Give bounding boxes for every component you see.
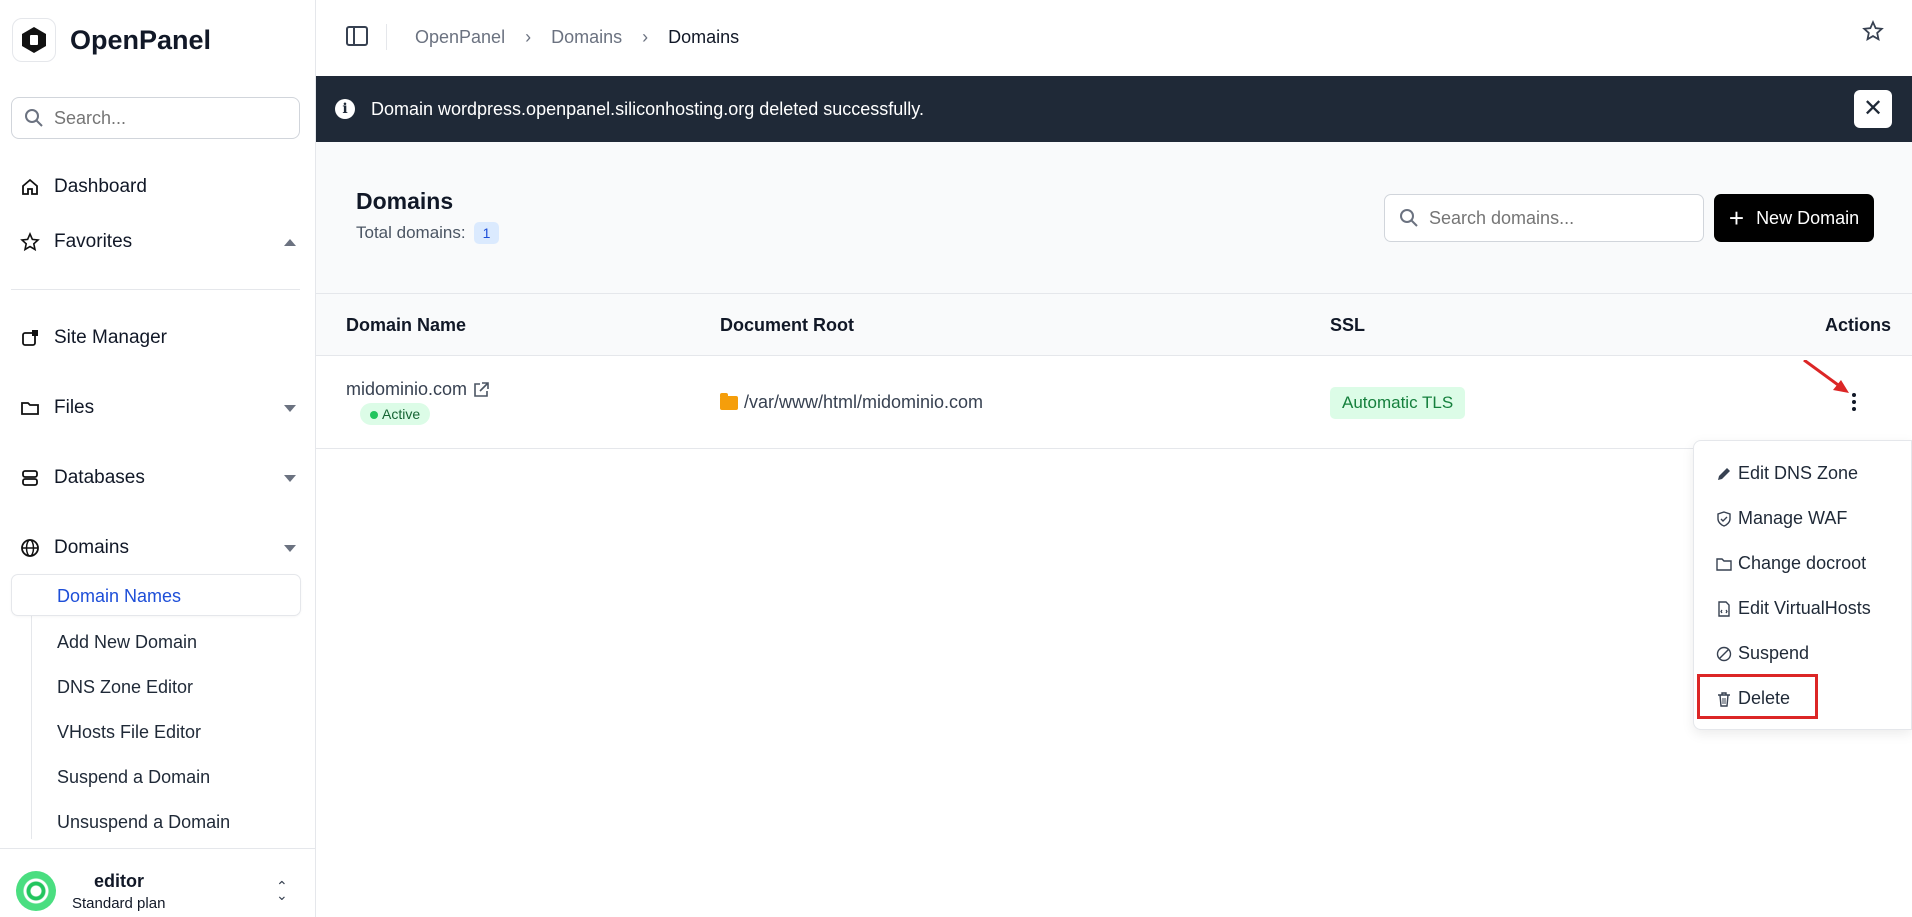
- info-icon: i: [335, 99, 355, 119]
- sidebar-divider: [11, 289, 300, 290]
- breadcrumb-current: Domains: [668, 27, 740, 47]
- column-header: SSL: [1330, 315, 1366, 335]
- sidebar-search[interactable]: [11, 97, 300, 139]
- plus-icon: +: [1728, 203, 1745, 233]
- search-icon: [25, 109, 43, 127]
- sidebar-item-databases[interactable]: Databases: [20, 467, 296, 489]
- count-badge: 1: [473, 222, 500, 244]
- avatar: [16, 871, 56, 911]
- sidebar-subitem-domain-names[interactable]: Domain Names: [11, 574, 301, 616]
- brand[interactable]: OpenPanel: [12, 18, 211, 62]
- sidebar: OpenPanel Dashboard Favorites Site Manag…: [0, 0, 316, 917]
- menu-item-change-docroot[interactable]: Change docroot: [1716, 553, 1866, 574]
- folder-icon: [1716, 557, 1732, 571]
- sidebar-item-favorites[interactable]: Favorites: [20, 231, 296, 253]
- docroot-path: /var/www/html/midominio.com: [744, 392, 984, 412]
- sidebar-subitem-vhosts-file-editor[interactable]: VHosts File Editor: [57, 722, 201, 743]
- chevron-up-icon: [284, 239, 296, 246]
- chevron-down-icon: [284, 405, 296, 412]
- annotation-highlight-box: [1697, 674, 1818, 719]
- star-icon: [20, 232, 40, 252]
- ban-icon: [1716, 646, 1732, 661]
- user-name: editor: [94, 871, 145, 891]
- chevron-down-icon: [284, 545, 296, 552]
- chevron-down-icon: [284, 475, 296, 482]
- sidebar-subitem-unsuspend-domain[interactable]: Unsuspend a Domain: [57, 812, 230, 833]
- topbar-divider: [386, 24, 387, 50]
- external-link-icon: [474, 381, 489, 397]
- total-label: Total domains:: [356, 223, 466, 242]
- sidebar-item-label: Dashboard: [54, 176, 147, 197]
- main-content: Domains Total domains: 1 + New Domain Do…: [316, 142, 1912, 917]
- new-domain-label: New Domain: [1756, 207, 1860, 228]
- sidebar-item-files[interactable]: Files: [20, 397, 296, 419]
- home-icon: [22, 178, 38, 195]
- actions-menu: Edit DNS Zone Manage WAF Change docroot …: [1693, 440, 1912, 730]
- folder-icon: [21, 402, 39, 415]
- ssl-badge: Automatic TLS: [1330, 387, 1466, 419]
- close-icon[interactable]: ✕: [1854, 90, 1892, 128]
- breadcrumb: OpenPanel › Domains › Domains: [415, 27, 739, 48]
- sidebar-subitem-suspend-domain[interactable]: Suspend a Domain: [57, 767, 210, 788]
- user-menu[interactable]: editor Standard plan ⌃ ⌄: [0, 848, 316, 917]
- breadcrumb-item[interactable]: Domains: [551, 27, 622, 48]
- status-badge: Active: [360, 403, 431, 425]
- folder-icon: [720, 392, 738, 410]
- domain-name: midominio.com: [346, 379, 468, 399]
- domain-search[interactable]: [1384, 194, 1704, 242]
- shield-icon: [1717, 510, 1731, 527]
- domain-search-input[interactable]: [1429, 207, 1689, 229]
- menu-item-suspend[interactable]: Suspend: [1716, 643, 1809, 664]
- sidebar-item-label: Site Manager: [54, 327, 168, 348]
- chevron-right-icon: ›: [525, 27, 532, 47]
- table-header: Domain Name Document Root SSL Actions: [316, 294, 1912, 356]
- page-title: Domains: [356, 188, 454, 214]
- menu-item-manage-waf[interactable]: Manage WAF: [1716, 508, 1847, 529]
- sidebar-item-domains[interactable]: Domains: [20, 537, 296, 559]
- favorite-star-icon[interactable]: [1862, 20, 1884, 42]
- column-header: Document Root: [720, 315, 854, 335]
- column-header: Actions: [1825, 315, 1892, 335]
- sidebar-search-input[interactable]: [54, 107, 284, 129]
- chevron-right-icon: ›: [642, 27, 649, 47]
- table-row: midominio.com Active /var/www/html/midom…: [316, 356, 1912, 449]
- pencil-icon: [1718, 467, 1730, 480]
- alert-message: Domain wordpress.openpanel.siliconhostin…: [371, 99, 924, 119]
- breadcrumb-item[interactable]: OpenPanel: [415, 27, 505, 48]
- sidebar-item-label: Favorites: [54, 231, 133, 252]
- brand-name: OpenPanel: [70, 24, 212, 55]
- success-alert: i Domain wordpress.openpanel.siliconhost…: [316, 76, 1912, 142]
- external-box-icon: [22, 330, 38, 346]
- menu-item-edit-dns-zone[interactable]: Edit DNS Zone: [1716, 463, 1858, 484]
- new-domain-button[interactable]: + New Domain: [1714, 194, 1874, 242]
- annotation-arrow-icon: [1803, 360, 1849, 393]
- sidebar-item-site-manager[interactable]: Site Manager: [20, 327, 296, 349]
- page-header: Domains Total domains: 1 + New Domain: [316, 142, 1912, 294]
- topbar: OpenPanel › Domains › Domains: [316, 0, 1912, 76]
- domain-link[interactable]: midominio.com: [346, 379, 491, 400]
- file-code-icon: [1718, 600, 1730, 617]
- sidebar-item-label: Domains: [54, 537, 129, 558]
- sidebar-item-dashboard[interactable]: Dashboard: [20, 176, 296, 198]
- sidebar-toggle-icon[interactable]: [346, 26, 368, 46]
- sidebar-subitem-add-new-domain[interactable]: Add New Domain: [57, 632, 197, 653]
- total-domains: Total domains: 1: [356, 222, 500, 244]
- column-header: Domain Name: [346, 315, 467, 335]
- openpanel-logo-icon: [12, 18, 56, 62]
- database-icon: [22, 470, 38, 486]
- user-plan: Standard plan: [72, 895, 166, 912]
- menu-item-edit-virtualhosts[interactable]: Edit VirtualHosts: [1716, 598, 1871, 619]
- search-icon: [1400, 209, 1418, 227]
- chevrons-up-down-icon: ⌃ ⌄: [276, 878, 288, 903]
- sidebar-item-label: Databases: [54, 467, 145, 488]
- globe-icon: [21, 539, 39, 557]
- sidebar-subitem-dns-zone-editor[interactable]: DNS Zone Editor: [57, 677, 193, 698]
- document-root[interactable]: /var/www/html/midominio.com: [720, 392, 983, 413]
- sidebar-item-label: Files: [54, 397, 95, 418]
